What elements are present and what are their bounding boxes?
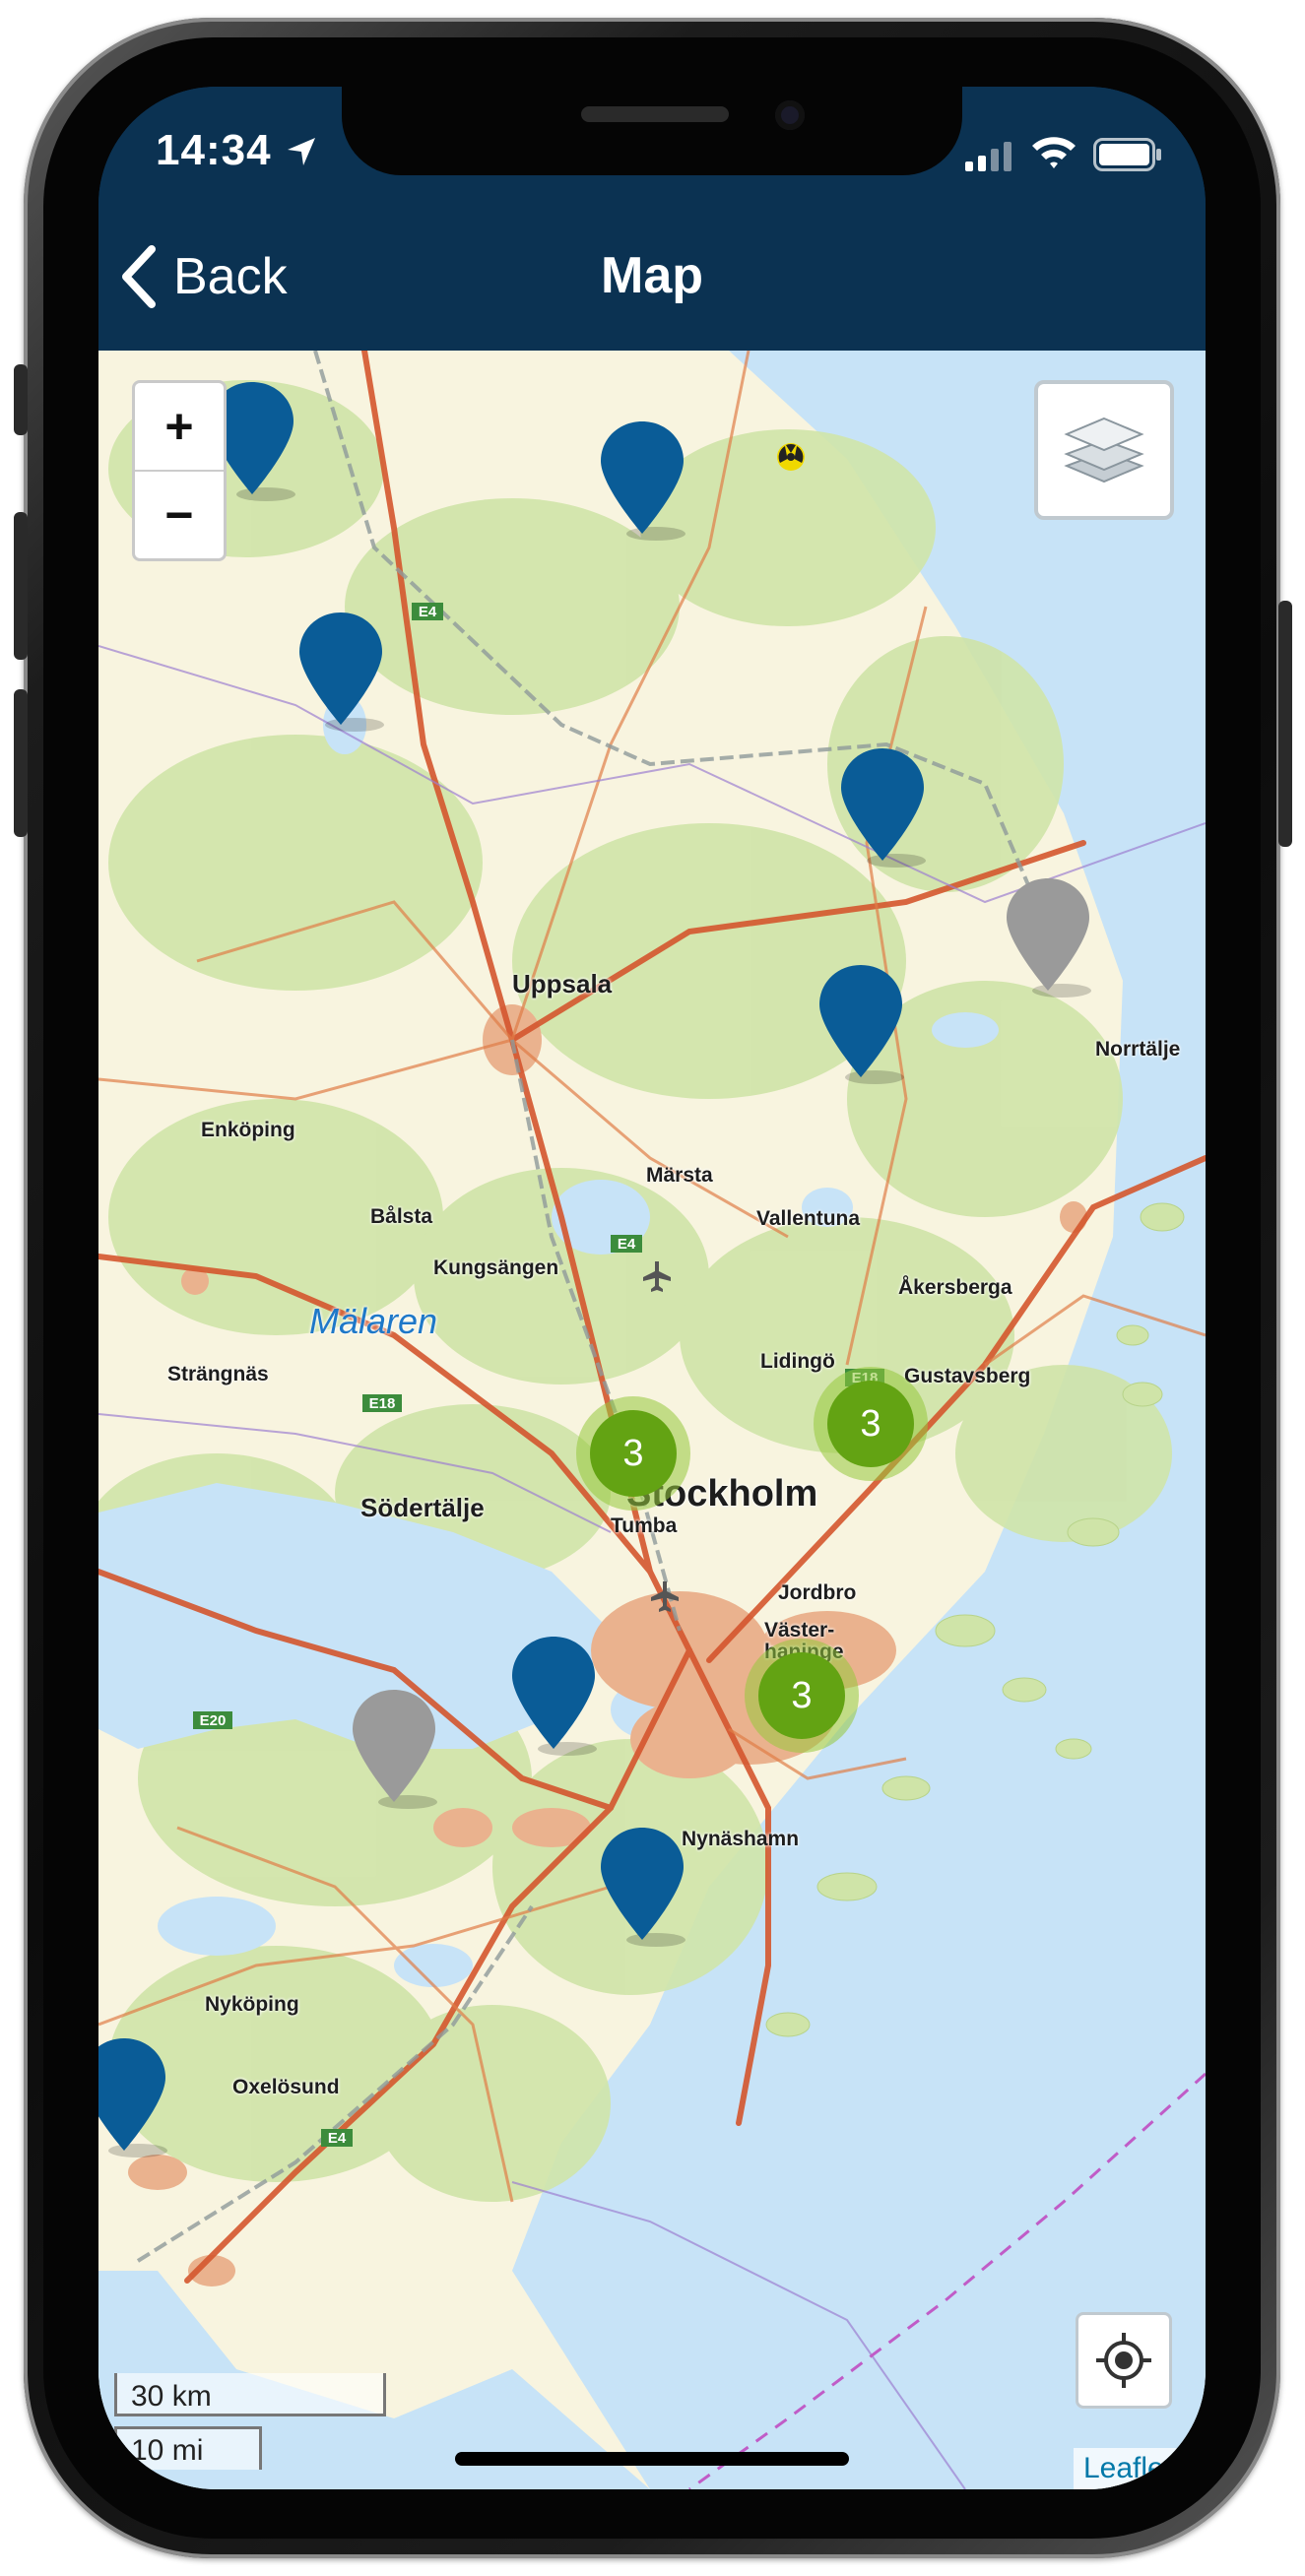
attribution-link[interactable]: Leaflet [1074,2448,1183,2489]
place-label: Tumba [611,1514,678,1537]
place-label: Enköping [201,1119,295,1141]
route-e18-label: E18 [369,1395,396,1412]
layers-icon [1064,417,1144,483]
marker-cluster[interactable]: 3 [745,1639,859,1753]
cluster-count: 3 [590,1410,677,1497]
map-marker-icon[interactable] [816,961,906,1084]
zoom-control: + − [132,380,227,561]
place-label: Märsta [646,1164,713,1187]
route-e4-label: E4 [618,1236,636,1253]
place-label: Norrtälje [1095,1038,1181,1061]
route-e20-label: E20 [200,1712,227,1729]
map-marker-icon[interactable] [597,1824,687,1947]
radiation-icon [777,443,805,471]
map-marker-icon[interactable] [597,418,687,541]
lake-label: Mälaren [309,1301,438,1341]
battery-icon [1093,138,1161,171]
place-label: Nynäshamn [682,1828,800,1850]
zoom-in-button[interactable]: + [135,383,224,472]
volume-down-button [14,689,28,837]
home-indicator[interactable] [455,2452,849,2466]
cluster-count: 3 [827,1381,914,1467]
map-marker-icon[interactable] [98,2034,169,2157]
navigation-bar: 14:34 Back Map [98,87,1206,351]
place-label: Jordbro [778,1581,857,1604]
place-label: Södertälje [360,1493,485,1522]
front-camera [775,100,805,130]
notch [342,87,962,175]
power-button [1278,601,1292,847]
cluster-count: 3 [758,1652,845,1739]
locate-button[interactable] [1076,2312,1172,2409]
status-time: 14:34 [156,126,272,174]
signal-icon [965,142,1011,171]
map-view[interactable]: E4 E4 E18 E18 E20 E4 Uppsala Enköping Mä… [98,351,1206,2489]
scale-km: 30 km [114,2373,386,2416]
map-marker-icon[interactable] [1003,874,1093,998]
mute-switch [14,364,28,435]
place-label: Kungsängen [433,1256,559,1279]
place-label: Vallentuna [756,1207,861,1230]
place-label: Oxelösund [232,2076,340,2098]
place-label: Gustavsberg [904,1365,1031,1387]
route-e4-label: E4 [328,2130,347,2147]
route-e4-label: E4 [419,604,437,620]
scale-bar: 30 km 10 mi [114,2373,390,2481]
layers-button[interactable] [1034,380,1174,520]
scale-mi: 10 mi [114,2426,262,2470]
wifi-icon [1032,137,1076,168]
place-label: Lidingö [760,1350,835,1373]
map-marker-icon[interactable] [837,744,928,868]
marker-cluster[interactable]: 3 [814,1367,928,1481]
map-marker-icon[interactable] [508,1633,599,1756]
place-label: Bålsta [370,1205,433,1228]
page-title: Map [601,247,703,304]
map-marker-icon[interactable] [295,609,386,732]
place-label: Uppsala [512,969,613,998]
speaker [581,106,729,122]
zoom-out-button[interactable]: − [135,472,224,558]
screen: 14:34 Back Map E4 E4 E18 E20 E4 Uppsala … [98,87,1206,2489]
marker-cluster[interactable]: 3 [576,1396,690,1511]
place-label: Nyköping [205,1993,299,2016]
map-marker-icon[interactable] [349,1686,439,1809]
location-arrow-icon [288,138,315,165]
place-label: Strängnäs [167,1363,269,1385]
place-label: Åkersberga [898,1276,1012,1299]
locate-icon [1096,2333,1151,2388]
volume-up-button [14,512,28,660]
